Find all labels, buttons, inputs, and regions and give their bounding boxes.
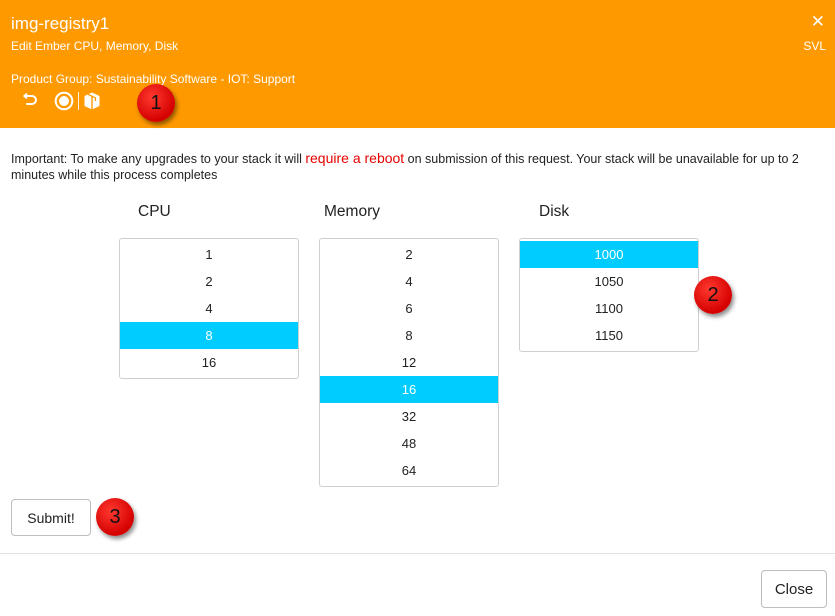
dialog-title: img-registry1 (11, 14, 110, 33)
memory-option[interactable]: 64 (320, 457, 498, 484)
site-label: SVL (803, 39, 826, 53)
disk-option[interactable]: 1150 (520, 322, 698, 349)
memory-option[interactable]: 4 (320, 268, 498, 295)
memory-option[interactable]: 32 (320, 403, 498, 430)
memory-select[interactable]: 2 4 6 8 12 16 32 48 64 (319, 238, 499, 487)
memory-option[interactable]: 16 (320, 376, 498, 403)
memory-option[interactable]: 2 (320, 241, 498, 268)
disk-option[interactable]: 1050 (520, 268, 698, 295)
disk-label: Disk (539, 203, 570, 220)
dialog-subtitle: Edit Ember CPU, Memory, Disk (11, 39, 179, 53)
cpu-select[interactable]: 1 2 4 8 16 (119, 238, 299, 379)
cpu-option[interactable]: 2 (120, 268, 298, 295)
submit-button[interactable]: Submit! (11, 499, 91, 536)
close-button[interactable]: Close (761, 570, 827, 608)
header-toolbar (20, 91, 102, 111)
undo-icon[interactable] (20, 91, 40, 111)
close-icon[interactable]: ✕ (811, 13, 825, 30)
memory-option[interactable]: 8 (320, 322, 498, 349)
notice-text-before: Important: To make any upgrades to your … (11, 152, 306, 166)
cpu-option[interactable]: 4 (120, 295, 298, 322)
memory-option[interactable]: 48 (320, 430, 498, 457)
step-badge-2: 2 (694, 276, 732, 314)
cpu-option[interactable]: 8 (120, 322, 298, 349)
disk-option[interactable]: 1000 (520, 241, 698, 268)
memory-option[interactable]: 12 (320, 349, 498, 376)
disk-select[interactable]: 1000 1050 1100 1150 (519, 238, 699, 352)
step-badge-3: 3 (96, 498, 134, 536)
cpu-label: CPU (138, 203, 171, 220)
package-icon[interactable] (82, 91, 102, 111)
toolbar-separator (78, 92, 79, 110)
disk-option[interactable]: 1100 (520, 295, 698, 322)
memory-label: Memory (324, 203, 380, 220)
cpu-option[interactable]: 1 (120, 241, 298, 268)
record-icon[interactable] (54, 91, 74, 111)
memory-option[interactable]: 6 (320, 295, 498, 322)
cpu-option[interactable]: 16 (120, 349, 298, 376)
step-badge-1: 1 (137, 84, 175, 122)
reboot-notice: Important: To make any upgrades to your … (11, 150, 826, 183)
dialog-header: img-registry1 Edit Ember CPU, Memory, Di… (0, 0, 835, 128)
notice-highlight: require a reboot (305, 150, 405, 166)
footer-divider (0, 553, 835, 554)
